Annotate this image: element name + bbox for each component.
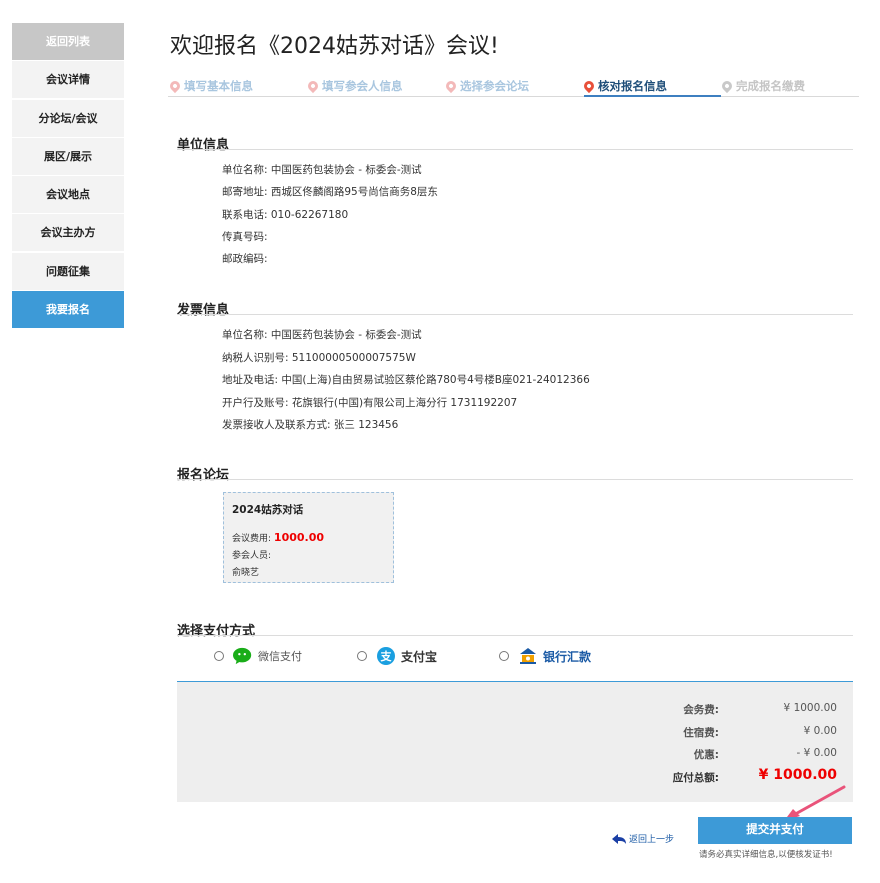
unit-postcode: 邮政编码: (222, 253, 268, 265)
back-arrow-icon (612, 833, 626, 844)
payment-summary: 会务费: ¥ 1000.00 住宿费: ¥ 0.00 优惠: - ¥ 0.00 … (177, 681, 853, 802)
alipay-radio[interactable] (357, 651, 367, 661)
wechat-label: 微信支付 (258, 650, 302, 663)
svg-text:支: 支 (380, 649, 393, 663)
sidebar-item-back-to-list[interactable]: 返回列表 (12, 23, 124, 60)
section-title-invoice: 发票信息 (177, 303, 230, 318)
section-title-forum: 报名论坛 (177, 468, 230, 483)
section-title-unit: 单位信息 (177, 138, 230, 153)
summary-row-discount: 优惠: - ¥ 0.00 (177, 747, 853, 767)
payment-option-wechat[interactable]: 微信支付 (214, 645, 302, 667)
summary-total-label: 应付总额: (672, 772, 719, 784)
step-attendee-info: 填写参会人信息 (305, 78, 403, 97)
sidebar-item-sub-forums[interactable]: 分论坛/会议 (12, 99, 124, 137)
unit-phone: 联系电话: 010-62267180 (222, 209, 349, 221)
step-label: 填写参会人信息 (322, 79, 403, 93)
summary-value: ¥ 1000.00 (783, 702, 837, 714)
unit-address: 邮寄地址: 西城区佟麟阁路95号尚信商务8层东 (222, 186, 438, 198)
sidebar-item-exhibition[interactable]: 展区/展示 (12, 137, 124, 175)
wechat-icon (233, 646, 253, 666)
invoice-tax-id: 纳税人识别号: 51100000500007575W (222, 352, 416, 364)
sidebar-item-questions[interactable]: 问题征集 (12, 252, 124, 290)
alipay-icon: 支 (376, 646, 396, 666)
location-pin-icon (305, 78, 321, 94)
forum-attendee-name: 俞晓艺 (232, 568, 260, 578)
summary-label: 住宿费: (683, 727, 719, 739)
step-select-forum: 选择参会论坛 (443, 78, 529, 97)
unit-name: 单位名称: 中国医药包装协会 - 标委会-测试 (222, 164, 422, 176)
back-step-link[interactable]: 返回上一步 (611, 832, 674, 845)
step-label: 核对报名信息 (598, 79, 667, 93)
sidebar-item-register[interactable]: 我要报名 (12, 291, 124, 329)
step-complete-payment: 完成报名缴费 (719, 78, 805, 97)
bank-icon (518, 646, 538, 666)
sidebar-item-meeting-details[interactable]: 会议详情 (12, 61, 124, 99)
sidebar: 返回列表 会议详情 分论坛/会议 展区/展示 会议地点 会议主办方 问题征集 我… (12, 23, 124, 329)
forum-attendee-label: 参会人员: (232, 551, 272, 561)
summary-label: 会务费: (683, 704, 719, 716)
summary-total-value: ¥ 1000.00 (758, 767, 837, 783)
divider (177, 314, 853, 315)
submit-and-pay-button[interactable]: 提交并支付 (698, 817, 852, 844)
divider (177, 635, 853, 636)
summary-value: ¥ 0.00 (803, 725, 837, 737)
summary-row-lodging-fee: 住宿费: ¥ 0.00 (177, 725, 853, 745)
invoice-address-phone: 地址及电话: 中国(上海)自由贸易试验区蔡伦路780号4号楼B座021-2401… (222, 374, 590, 386)
location-pin-icon (719, 78, 735, 94)
sidebar-item-venue[interactable]: 会议地点 (12, 176, 124, 214)
summary-label: 优惠: (693, 749, 719, 761)
summary-row-total: 应付总额: ¥ 1000.00 (177, 767, 853, 790)
forum-fee-value: 1000.00 (273, 531, 325, 544)
unit-fax: 传真号码: (222, 231, 268, 243)
location-pin-icon (581, 78, 597, 94)
back-step-label: 返回上一步 (629, 835, 675, 845)
step-label: 填写基本信息 (184, 79, 253, 93)
invoice-company: 单位名称: 中国医药包装协会 - 标委会-测试 (222, 329, 422, 341)
payment-option-alipay[interactable]: 支 支付宝 (357, 645, 437, 667)
divider (177, 479, 853, 480)
progress-steps: 填写基本信息 填写参会人信息 选择参会论坛 核对报名信息 完成报名缴费 (167, 78, 859, 97)
step-verify-info: 核对报名信息 (581, 78, 721, 97)
forum-card: 2024姑苏对话 会议费用: 1000.00 参会人员: 俞晓艺 (223, 492, 394, 583)
forum-fee: 会议费用: 1000.00 (232, 531, 385, 544)
summary-row-conference-fee: 会务费: ¥ 1000.00 (177, 702, 853, 722)
bank-label: 银行汇款 (543, 649, 592, 664)
step-basic-info: 填写基本信息 (167, 78, 253, 97)
forum-fee-label: 会议费用: (232, 534, 272, 544)
location-pin-icon (167, 78, 183, 94)
page-title: 欢迎报名《2024姑苏对话》会议! (170, 34, 499, 59)
summary-value: - ¥ 0.00 (796, 747, 837, 759)
invoice-recipient: 发票接收人及联系方式: 张三 123456 (222, 419, 399, 431)
location-pin-icon (443, 78, 459, 94)
section-title-payment: 选择支付方式 (177, 624, 256, 639)
step-label: 选择参会论坛 (460, 79, 529, 93)
wechat-radio[interactable] (214, 651, 224, 661)
payment-option-bank[interactable]: 银行汇款 (499, 645, 591, 667)
divider (177, 149, 853, 150)
bank-radio[interactable] (499, 651, 509, 661)
forum-name: 2024姑苏对话 (232, 504, 304, 516)
step-label: 完成报名缴费 (736, 79, 805, 93)
sidebar-item-organizer[interactable]: 会议主办方 (12, 214, 124, 252)
alipay-label: 支付宝 (401, 649, 438, 664)
invoice-bank-account: 开户行及账号: 花旗银行(中国)有限公司上海分行 1731192207 (222, 397, 518, 409)
submit-hint: 请务必真实详细信息,以便核发证书! (699, 850, 833, 860)
